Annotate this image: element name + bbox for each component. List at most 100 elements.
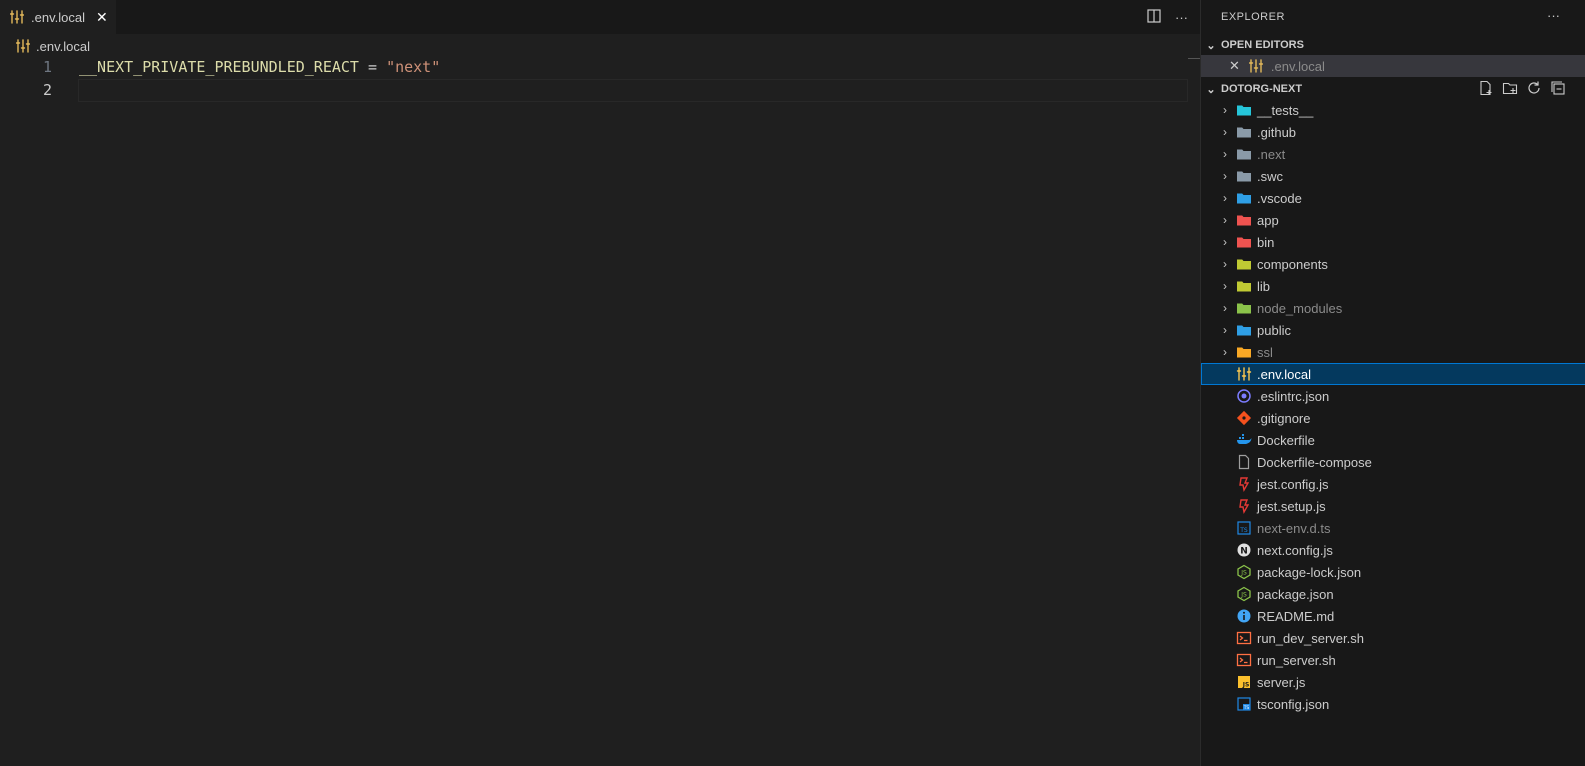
chevron-right-icon: ›	[1223, 147, 1227, 161]
new-folder-icon[interactable]	[1502, 80, 1518, 96]
tree-item-label: next.config.js	[1257, 542, 1333, 558]
project-actions	[1478, 80, 1566, 96]
line-number: 1	[42, 58, 52, 76]
tree-item-label: public	[1257, 322, 1291, 338]
tree-file[interactable]: Nnext.config.js	[1201, 539, 1585, 561]
chevron-right-icon: ›	[1223, 257, 1227, 271]
close-icon[interactable]: ✕	[96, 9, 108, 26]
tree-file[interactable]: run_dev_server.sh	[1201, 627, 1585, 649]
open-editor-item[interactable]: ✕ .env.local	[1201, 55, 1585, 77]
editor-area: .env.local ✕ ··· .env.local 1 __NEXT_PRI…	[0, 0, 1200, 766]
tree-folder[interactable]: › bin	[1201, 231, 1585, 253]
chevron-right-icon: ›	[1223, 323, 1227, 337]
tree-item-label: .eslintrc.json	[1257, 388, 1330, 404]
tab-env-local[interactable]: .env.local ✕	[0, 0, 116, 34]
code-line[interactable]: 1 __NEXT_PRIVATE_PREBUNDLED_REACT = "nex…	[0, 56, 1188, 79]
tree-file[interactable]: JS package.json	[1201, 583, 1585, 605]
tree-file[interactable]: run_server.sh	[1201, 649, 1585, 671]
docker-icon	[1237, 434, 1252, 444]
tree-folder[interactable]: › node_modules	[1201, 297, 1585, 319]
tree-file[interactable]: .eslintrc.json	[1201, 385, 1585, 407]
tree-item-label: tsconfig.json	[1257, 696, 1330, 712]
tree-folder[interactable]: › .next	[1201, 143, 1585, 165]
code-editor[interactable]: 1 __NEXT_PRIVATE_PREBUNDLED_REACT = "nex…	[0, 56, 1188, 102]
folder-components-icon	[1237, 259, 1251, 270]
chevron-right-icon: ›	[1223, 235, 1227, 249]
current-line-highlight	[78, 79, 1188, 102]
npm-icon: JS	[1237, 564, 1251, 580]
env-value: "next"	[386, 58, 441, 76]
tree-folder[interactable]: › __tests__	[1201, 99, 1585, 121]
tree-item-label: __tests__	[1257, 102, 1314, 118]
tab-actions: ···	[1147, 0, 1188, 34]
tree-item-label: components	[1257, 256, 1328, 272]
project-header[interactable]: ⌄ DOTORG-NEXT	[1201, 78, 1585, 100]
jest-icon	[1239, 477, 1250, 492]
info-icon	[1237, 609, 1251, 623]
svg-text:JS: JS	[1240, 570, 1247, 577]
explorer-sidebar: EXPLORER ··· ⌄ OPEN EDITORS ✕ .env.local…	[1200, 0, 1585, 766]
tree-file[interactable]: Dockerfile	[1201, 429, 1585, 451]
collapse-all-icon[interactable]	[1550, 80, 1566, 96]
more-actions-icon[interactable]: ···	[1175, 10, 1188, 25]
tree-file[interactable]: jest.setup.js	[1201, 495, 1585, 517]
close-icon[interactable]: ✕	[1229, 58, 1240, 74]
explorer-title: EXPLORER	[1221, 11, 1285, 23]
line-number: 2	[42, 81, 52, 99]
tree-folder[interactable]: › .swc	[1201, 165, 1585, 187]
tree-item-label: ssl	[1257, 344, 1273, 360]
explorer-more-icon[interactable]: ···	[1547, 8, 1560, 23]
folder-github-icon	[1237, 127, 1251, 138]
tree-folder[interactable]: › public	[1201, 319, 1585, 341]
tree-file[interactable]: Dockerfile-compose	[1201, 451, 1585, 473]
nextjs-icon: N	[1237, 543, 1251, 557]
env-key: __NEXT_PRIVATE_PREBUNDLED_REACT	[79, 58, 359, 76]
folder-lib-icon	[1237, 281, 1251, 292]
tree-file[interactable]: TS tsconfig.json	[1201, 693, 1585, 715]
tree-item-label: app	[1257, 212, 1279, 228]
chevron-down-icon: ⌄	[1206, 83, 1216, 96]
chevron-right-icon: ›	[1223, 279, 1227, 293]
breadcrumb[interactable]: .env.local	[16, 36, 90, 56]
tree-folder[interactable]: › ssl	[1201, 341, 1585, 363]
minimap[interactable]	[1188, 58, 1200, 81]
tree-file[interactable]: .env.local	[1201, 363, 1585, 385]
tsconfig-icon: TS	[1237, 697, 1251, 711]
tree-item-label: lib	[1257, 278, 1271, 294]
tree-folder[interactable]: › components	[1201, 253, 1585, 275]
open-editors-header[interactable]: ⌄ OPEN EDITORS	[1201, 34, 1585, 56]
svg-text:TS: TS	[1239, 527, 1248, 534]
open-editor-label: .env.local	[1270, 58, 1325, 74]
tree-item-label: README.md	[1257, 608, 1335, 624]
tree-folder[interactable]: › .vscode	[1201, 187, 1585, 209]
env-file-icon	[1236, 367, 1252, 381]
tree-file[interactable]: JS package-lock.json	[1201, 561, 1585, 583]
folder-tests-icon	[1237, 105, 1251, 116]
tree-item-label: Dockerfile-compose	[1257, 454, 1372, 470]
tree-file[interactable]: JS server.js	[1201, 671, 1585, 693]
breadcrumb-label: .env.local	[36, 38, 90, 54]
tree-file[interactable]: TS next-env.d.ts	[1201, 517, 1585, 539]
tree-folder[interactable]: › app	[1201, 209, 1585, 231]
folder-icon	[1237, 171, 1251, 182]
env-file-icon	[16, 39, 30, 53]
tree-folder[interactable]: › .github	[1201, 121, 1585, 143]
project-title: DOTORG-NEXT	[1221, 83, 1303, 95]
tree-file[interactable]: jest.config.js	[1201, 473, 1585, 495]
tree-item-label: run_dev_server.sh	[1257, 630, 1364, 646]
refresh-icon[interactable]	[1526, 80, 1542, 96]
assign-operator: =	[358, 58, 387, 76]
svg-text:N: N	[1240, 547, 1248, 557]
tree-file[interactable]: README.md	[1201, 605, 1585, 627]
code-line-current[interactable]: 2	[0, 79, 1188, 102]
tree-item-label: .swc	[1257, 168, 1283, 184]
file-icon	[1238, 454, 1250, 470]
tree-item-label: package.json	[1257, 586, 1334, 602]
folder-vscode-icon	[1237, 193, 1251, 204]
split-editor-icon[interactable]	[1147, 8, 1161, 26]
javascript-icon: JS	[1238, 676, 1250, 689]
tree-file[interactable]: .gitignore	[1201, 407, 1585, 429]
chevron-right-icon: ›	[1223, 213, 1227, 227]
new-file-icon[interactable]	[1478, 80, 1494, 96]
tree-folder[interactable]: › lib	[1201, 275, 1585, 297]
